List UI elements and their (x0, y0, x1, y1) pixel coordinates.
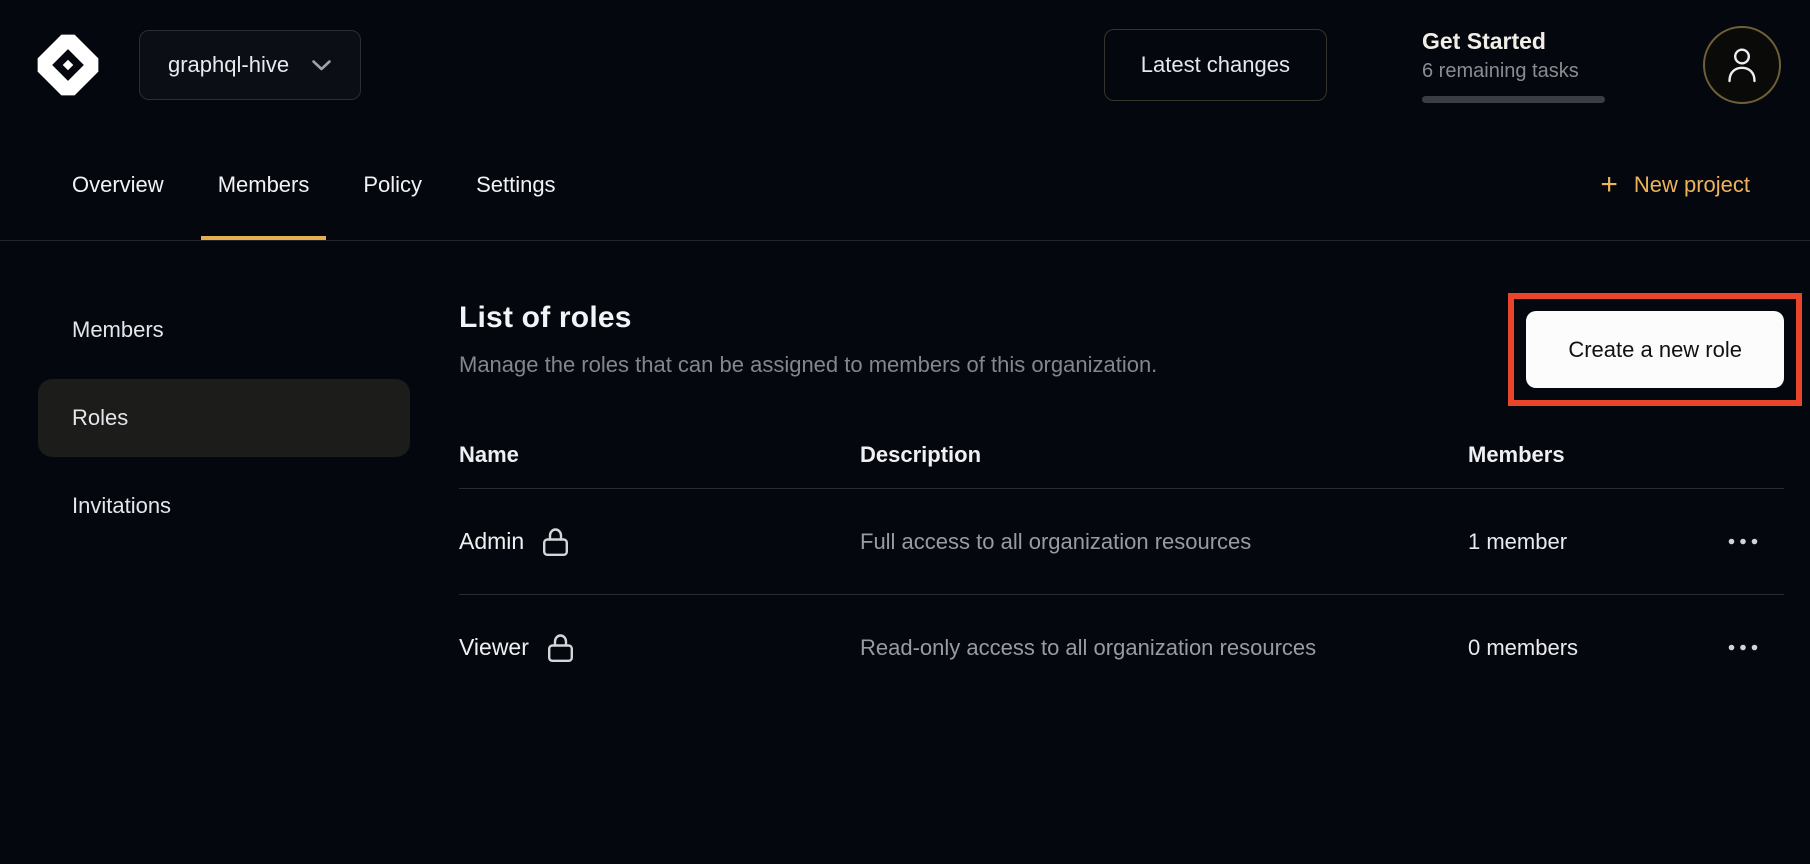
table-row-admin: Admin Full access to all organization re… (459, 489, 1784, 595)
column-header-description: Description (860, 442, 1468, 468)
role-name: Viewer (459, 634, 529, 661)
chevron-down-icon (311, 59, 332, 72)
role-name: Admin (459, 528, 524, 555)
role-name-cell: Admin (459, 526, 860, 557)
user-icon (1725, 46, 1759, 84)
annotation-highlight-rectangle: Create a new role (1508, 293, 1802, 406)
members-sidebar: Members Roles Invitations (38, 291, 410, 700)
roles-table: Name Description Members Admin (459, 442, 1784, 700)
org-name: graphql-hive (168, 52, 289, 78)
row-menu-button[interactable] (1694, 644, 1784, 651)
new-project-button[interactable]: + New project (1600, 170, 1750, 200)
create-new-role-button[interactable]: Create a new role (1526, 311, 1784, 388)
column-header-name: Name (459, 442, 860, 468)
table-row-viewer: Viewer Read-only access to all organizat… (459, 595, 1784, 700)
new-project-label: New project (1634, 172, 1750, 198)
get-started-title: Get Started (1422, 28, 1606, 55)
role-description: Read-only access to all organization res… (860, 628, 1330, 667)
ellipsis-icon (1728, 644, 1758, 651)
get-started-widget[interactable]: Get Started 6 remaining tasks (1422, 28, 1606, 103)
page-subtitle: Manage the roles that can be assigned to… (459, 352, 1157, 378)
role-member-count: 1 member (1468, 529, 1694, 555)
get-started-remaining-tasks: 6 remaining tasks (1422, 60, 1606, 83)
tab-overview[interactable]: Overview (55, 130, 181, 240)
role-member-count: 0 members (1468, 635, 1694, 661)
tab-settings[interactable]: Settings (459, 130, 573, 240)
row-menu-button[interactable] (1694, 538, 1784, 545)
org-tabbar: Overview Members Policy Settings + New p… (0, 130, 1810, 241)
user-avatar-button[interactable] (1703, 26, 1781, 104)
ellipsis-icon (1728, 538, 1758, 545)
sidebar-item-roles[interactable]: Roles (38, 379, 410, 457)
tab-members[interactable]: Members (201, 130, 327, 240)
page-title: List of roles (459, 301, 1157, 335)
roles-panel: List of roles Manage the roles that can … (459, 291, 1784, 700)
org-selector-dropdown[interactable]: graphql-hive (139, 30, 361, 100)
get-started-progress-bar (1422, 96, 1605, 103)
lock-icon (542, 526, 569, 557)
plus-icon: + (1600, 170, 1618, 200)
content-area: Members Roles Invitations List of roles … (0, 241, 1810, 700)
page: graphql-hive Latest changes Get Started … (0, 0, 1810, 864)
roles-heading-block: List of roles Manage the roles that can … (459, 301, 1157, 406)
latest-changes-button[interactable]: Latest changes (1104, 29, 1327, 101)
role-name-cell: Viewer (459, 632, 860, 663)
column-header-members: Members (1468, 442, 1694, 468)
lock-icon (547, 632, 574, 663)
hive-logo-icon[interactable] (35, 32, 101, 98)
roles-panel-header: List of roles Manage the roles that can … (459, 301, 1784, 406)
sidebar-item-invitations[interactable]: Invitations (38, 467, 410, 545)
sidebar-item-members[interactable]: Members (38, 291, 410, 369)
role-description: Full access to all organization resource… (860, 522, 1330, 561)
roles-table-header: Name Description Members (459, 442, 1784, 489)
tab-policy[interactable]: Policy (346, 130, 439, 240)
top-header: graphql-hive Latest changes Get Started … (0, 0, 1810, 130)
